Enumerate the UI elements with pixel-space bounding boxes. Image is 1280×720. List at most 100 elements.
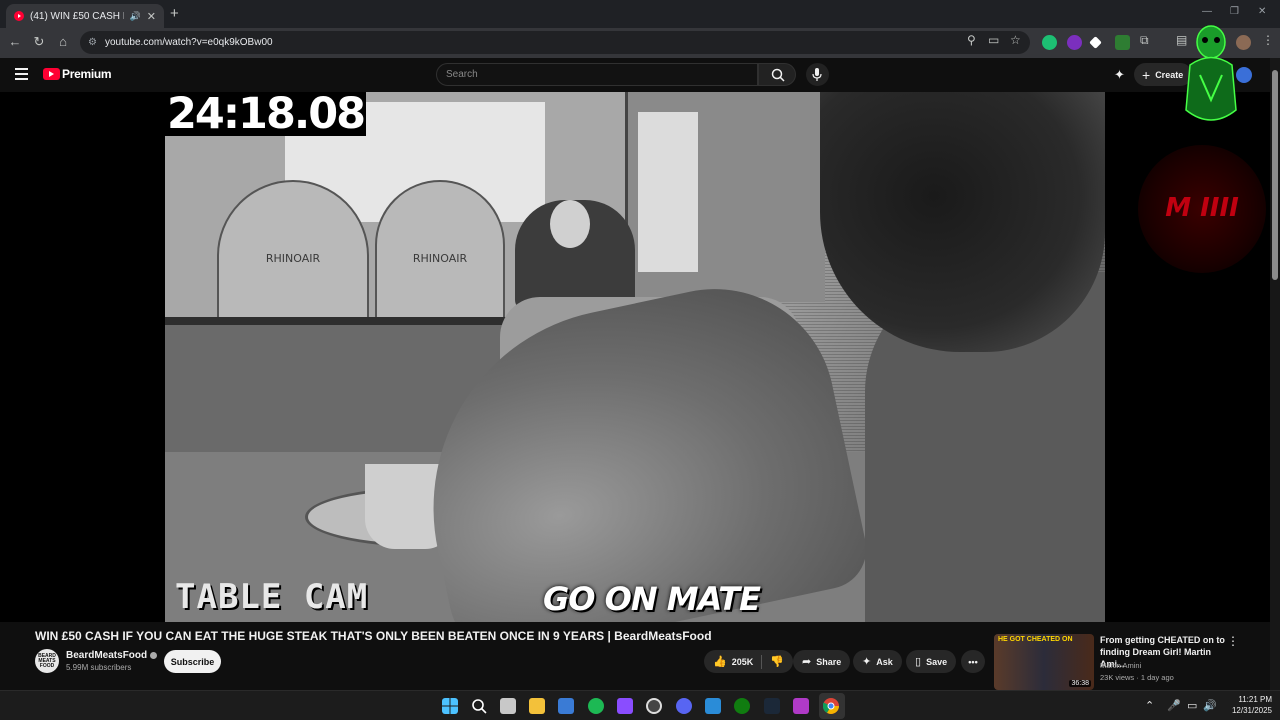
youtube-premium-logo[interactable]: Premium bbox=[43, 67, 112, 81]
recommended-video-meta: Martin Amini 23K views · 1 day ago bbox=[1100, 660, 1174, 684]
app-green-icon[interactable] bbox=[588, 698, 604, 714]
share-label: Share bbox=[816, 656, 842, 667]
zoom-icon[interactable]: ⚲ bbox=[967, 33, 976, 47]
app-magenta-icon[interactable] bbox=[793, 698, 809, 714]
extension-grammarly-icon[interactable] bbox=[1042, 35, 1057, 50]
video-player-area[interactable]: RHINOAIR RHINOAIR 24:18.08 TABLE CAM GO … bbox=[0, 92, 1270, 622]
home-icon[interactable]: ⌂ bbox=[54, 34, 72, 49]
save-button[interactable]: ▯ Save bbox=[906, 650, 957, 673]
microsoft-store-icon[interactable] bbox=[558, 698, 574, 714]
booth-sign: RHINOAIR bbox=[265, 252, 321, 265]
booth-arch: RHINOAIR bbox=[375, 180, 505, 330]
clock-time: 11:21 PM bbox=[1238, 695, 1272, 704]
system-clock[interactable]: 11:21 PM 12/31/2025 bbox=[1222, 694, 1272, 716]
minimize-icon[interactable]: — bbox=[1202, 6, 1212, 17]
back-icon[interactable]: ← bbox=[6, 34, 24, 49]
maximize-icon[interactable]: ❐ bbox=[1230, 6, 1239, 17]
sparkle-icon: ✦ bbox=[862, 656, 872, 668]
chrome-icon[interactable] bbox=[823, 698, 839, 714]
red-logo-text: M IIII bbox=[1165, 193, 1239, 223]
search-input[interactable]: Search bbox=[436, 63, 758, 86]
scene-person-head bbox=[550, 200, 590, 248]
mail-icon[interactable] bbox=[705, 698, 721, 714]
bookmark-icon: ▯ bbox=[915, 656, 922, 668]
clock-date: 12/31/2025 bbox=[1231, 706, 1272, 715]
ask-button[interactable]: ✦ Ask bbox=[853, 650, 902, 673]
recommended-channel[interactable]: Martin Amini bbox=[1100, 660, 1174, 672]
speaker-icon[interactable]: 🔊 bbox=[130, 11, 141, 22]
url-text: youtube.com/watch?v=e0qk9kOBw00 bbox=[104, 37, 273, 48]
hamburger-menu-icon[interactable] bbox=[15, 68, 28, 83]
dislike-button[interactable]: 👎 bbox=[770, 655, 784, 668]
tray-overflow-icon[interactable]: ⌃ bbox=[1145, 699, 1154, 712]
recommended-more-icon[interactable]: ⋮ bbox=[1227, 634, 1239, 648]
task-view-icon[interactable] bbox=[500, 698, 516, 714]
bookmark-star-icon[interactable]: ☆ bbox=[1010, 33, 1021, 47]
address-bar[interactable]: ⚙ youtube.com/watch?v=e0qk9kOBw00 bbox=[80, 31, 1030, 54]
network-icon[interactable]: ▭ bbox=[1187, 699, 1197, 712]
browser-toolbar: ← ↻ ⌂ ⚙ youtube.com/watch?v=e0qk9kOBw00 … bbox=[0, 28, 1280, 58]
more-actions-button[interactable]: ••• bbox=[961, 650, 985, 673]
app-grid-icon[interactable] bbox=[617, 698, 633, 714]
microphone-icon bbox=[812, 68, 822, 81]
share-button[interactable]: ➦ Share bbox=[793, 650, 851, 673]
scene-door bbox=[625, 92, 825, 302]
close-tab-icon[interactable]: ✕ bbox=[147, 10, 156, 23]
search-icon bbox=[771, 68, 785, 82]
red-circle-overlay-logo: M IIII bbox=[1138, 145, 1266, 273]
new-tab-button[interactable]: + bbox=[170, 5, 179, 22]
channel-name-link[interactable]: BeardMeatsFood bbox=[66, 650, 158, 661]
channel-avatar[interactable]: BEARD MEATS FOOD bbox=[35, 649, 59, 673]
voice-search-button[interactable] bbox=[806, 63, 829, 86]
video-frame[interactable]: RHINOAIR RHINOAIR 24:18.08 TABLE CAM GO … bbox=[165, 92, 1105, 622]
subscribe-button[interactable]: Subscribe bbox=[164, 650, 221, 673]
site-info-icon[interactable]: ⚙ bbox=[88, 37, 97, 48]
search-placeholder: Search bbox=[446, 69, 478, 80]
file-explorer-icon[interactable] bbox=[529, 698, 545, 714]
recommended-video-thumbnail[interactable]: HE GOT CHEATED ON 36:38 bbox=[994, 634, 1094, 690]
like-divider bbox=[761, 654, 763, 669]
browser-tab-youtube[interactable]: (41) WIN £50 CASH IF YOU 🔊 ✕ bbox=[6, 4, 164, 28]
obs-icon[interactable] bbox=[646, 698, 662, 714]
discord-icon[interactable] bbox=[676, 698, 692, 714]
windows-start-icon[interactable] bbox=[442, 698, 458, 714]
microphone-tray-icon[interactable]: 🎤 bbox=[1167, 699, 1181, 712]
like-button[interactable]: 👍 bbox=[713, 655, 727, 668]
search-button[interactable] bbox=[758, 63, 796, 86]
booth-arch: RHINOAIR bbox=[217, 180, 369, 330]
browser-menu-icon[interactable]: ⋮ bbox=[1262, 33, 1274, 47]
steam-icon[interactable] bbox=[764, 698, 780, 714]
youtube-favicon-icon bbox=[14, 11, 24, 21]
extension-green-icon[interactable] bbox=[1115, 35, 1130, 50]
create-label: Create bbox=[1155, 69, 1184, 80]
premium-extension-icon[interactable]: ✦ bbox=[1114, 67, 1125, 83]
xbox-icon[interactable] bbox=[734, 698, 750, 714]
subscriber-count: 5.99M subscribers bbox=[66, 663, 132, 672]
extensions-puzzle-icon[interactable]: ⧉ bbox=[1140, 33, 1149, 48]
extension-diamond-icon[interactable] bbox=[1089, 36, 1102, 49]
close-window-icon[interactable]: ✕ bbox=[1258, 6, 1266, 17]
youtube-masthead: Premium Search ✦ + Create bbox=[0, 58, 1270, 92]
save-label: Save bbox=[926, 656, 948, 667]
scrollbar-thumb[interactable] bbox=[1272, 70, 1278, 280]
ask-label: Ask bbox=[876, 656, 893, 667]
scene-hair bbox=[820, 92, 1105, 352]
green-skull-overlay-logo bbox=[1185, 25, 1237, 121]
volume-icon[interactable]: 🔊 bbox=[1203, 699, 1217, 712]
plus-icon: + bbox=[1142, 66, 1151, 83]
page-scrollbar[interactable] bbox=[1270, 58, 1280, 690]
reload-icon[interactable]: ↻ bbox=[30, 34, 48, 50]
extension-purple-icon[interactable] bbox=[1067, 35, 1082, 50]
like-count: 205K bbox=[731, 656, 754, 667]
timer-overlay: 24:18.08 bbox=[165, 92, 366, 139]
cam-label: TABLE CAM bbox=[175, 577, 369, 617]
video-title: WIN £50 CASH IF YOU CAN EAT THE HUGE STE… bbox=[35, 629, 712, 643]
logo-text: Premium bbox=[62, 67, 112, 81]
share-icon: ➦ bbox=[802, 656, 812, 668]
cast-icon[interactable]: ▭ bbox=[988, 33, 999, 47]
taskbar-search-icon[interactable] bbox=[471, 698, 487, 714]
channel-name: BeardMeatsFood bbox=[66, 650, 148, 661]
windows-taskbar: ⌃ 🎤 ▭ 🔊 11:21 PM 12/31/2025 bbox=[0, 690, 1280, 720]
verified-badge-icon bbox=[150, 651, 158, 659]
youtube-play-icon bbox=[43, 68, 60, 80]
